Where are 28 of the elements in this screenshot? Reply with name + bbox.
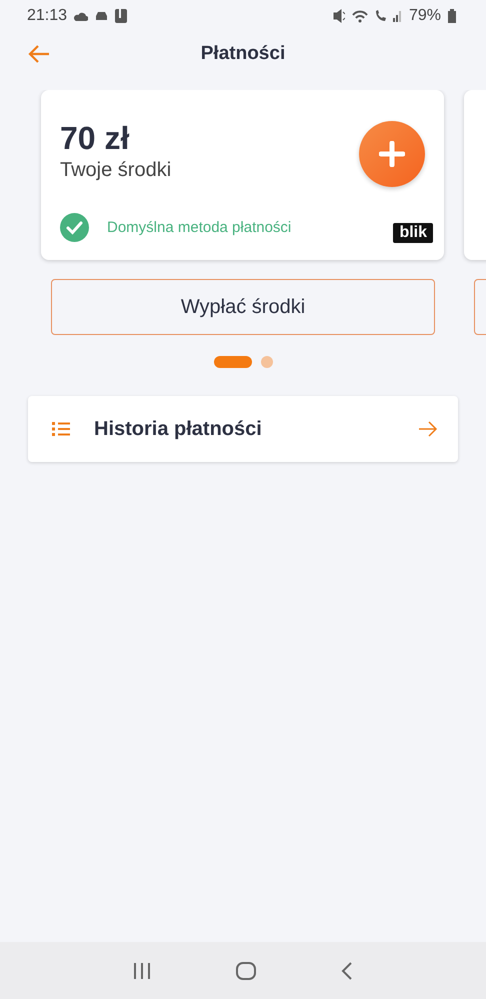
app-icon <box>115 9 128 23</box>
home-icon[interactable] <box>236 962 256 980</box>
add-button[interactable] <box>359 121 425 187</box>
check-icon <box>60 212 89 242</box>
list-icon <box>52 422 70 436</box>
status-time: 21:13 <box>27 7 68 25</box>
plus-icon <box>379 141 405 167</box>
mute-icon <box>332 9 345 23</box>
blik-logo: blik <box>393 223 433 243</box>
signal-icon <box>392 10 402 22</box>
recent-apps-icon[interactable] <box>132 962 151 978</box>
cloud-icon <box>74 12 88 20</box>
car-icon <box>95 11 108 21</box>
battery-level: 79% <box>408 7 441 25</box>
back-icon[interactable] <box>28 45 50 63</box>
battery-icon <box>448 9 456 23</box>
page-title: Płatności <box>200 43 286 65</box>
history-label: Historia płatności <box>94 418 262 440</box>
wallet-card[interactable]: 70 zł Twoje środki Domyślna metoda płatności blik <box>41 90 444 260</box>
balance-label: Twoje środki <box>60 159 172 182</box>
balance-amount: 70 zł <box>60 119 130 157</box>
default-method-text: Domyślna metoda płatności <box>107 218 292 236</box>
arrow-right-icon <box>418 421 438 437</box>
history-row[interactable]: Historia płatności <box>28 396 458 462</box>
withdraw-button[interactable]: Wypłać środki <box>51 279 435 335</box>
phone-icon <box>374 10 386 22</box>
back-nav-icon[interactable] <box>341 962 354 980</box>
wifi-icon <box>352 9 368 23</box>
